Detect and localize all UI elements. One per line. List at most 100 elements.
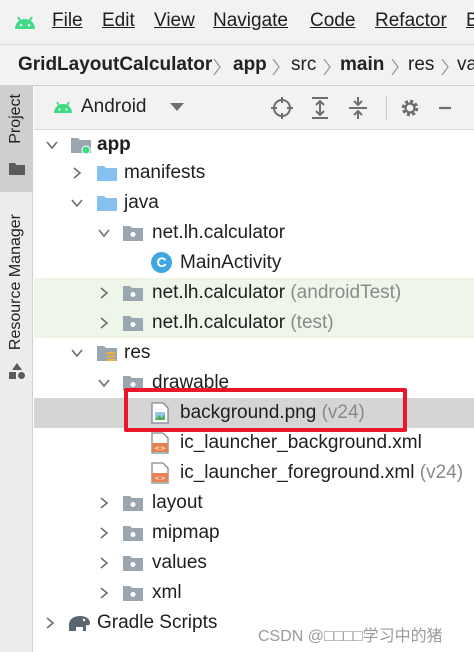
xml-file-icon: <> — [151, 432, 169, 454]
package-icon — [123, 316, 143, 331]
menu-build-label: B — [466, 10, 474, 31]
crumb-values[interactable]: va — [457, 54, 474, 76]
crumb-project[interactable]: GridLayoutCalculator — [18, 54, 212, 76]
tree-node-package-main[interactable]: net.lh.calculator — [34, 218, 474, 248]
android-studio-icon[interactable] — [12, 9, 38, 35]
tree-node-mipmap[interactable]: mipmap — [34, 518, 474, 548]
chevron-right-icon — [391, 58, 399, 76]
chevron-right-icon[interactable] — [98, 557, 110, 569]
package-name: net.lh.calculator — [152, 282, 286, 303]
tree-node-app[interactable]: app — [34, 130, 474, 160]
tree-node-main-activity[interactable]: C MainActivity — [34, 248, 474, 278]
tree-label-app: app — [97, 134, 131, 155]
project-tool-tab[interactable]: Project — [0, 86, 33, 192]
chevron-right-icon — [323, 58, 331, 76]
hide-panel-icon[interactable] — [438, 96, 452, 120]
highlight-annotation-box — [124, 388, 407, 432]
tree-label-package-test: net.lh.calculator (test) — [152, 312, 334, 334]
tool-window-strip: Project Resource Manager — [0, 86, 33, 652]
tree-node-ic-launcher-background[interactable]: <> ic_launcher_background.xml — [34, 428, 474, 458]
chevron-down-icon[interactable] — [98, 227, 110, 239]
chevron-right-icon[interactable] — [98, 317, 110, 329]
tree-label-manifests: manifests — [124, 162, 206, 183]
qualifier-suffix: (v24) — [419, 462, 464, 483]
chevron-right-icon — [272, 58, 280, 76]
tree-node-res[interactable]: res — [34, 338, 474, 368]
resource-shapes-icon — [9, 363, 25, 379]
toolbar-divider — [386, 96, 387, 120]
chevron-right-icon[interactable] — [44, 617, 56, 629]
watermark-text: CSDN @□□□□学习中的猪 — [258, 628, 443, 645]
menu-file[interactable]: File — [52, 10, 83, 32]
chevron-down-icon[interactable] — [71, 347, 83, 359]
tree-label-java: java — [124, 192, 159, 213]
collapse-all-icon[interactable] — [346, 96, 370, 120]
tree-label-xml: xml — [152, 582, 182, 603]
chevron-down-icon[interactable] — [98, 377, 110, 389]
package-icon — [123, 226, 143, 241]
android-icon — [54, 101, 72, 113]
tree-node-ic-launcher-foreground[interactable]: <> ic_launcher_foreground.xml (v24) — [34, 458, 474, 488]
tree-node-xml[interactable]: xml — [34, 578, 474, 608]
menu-build[interactable]: B — [466, 10, 474, 32]
tree-label-layout: layout — [152, 492, 203, 513]
tree-label-ic-launcher-foreground: ic_launcher_foreground.xml (v24) — [180, 462, 463, 484]
source-set-suffix: (test) — [290, 312, 334, 333]
project-view-selector[interactable]: Android — [81, 96, 147, 118]
crumb-res[interactable]: res — [408, 54, 434, 76]
file-name: ic_launcher_foreground.xml — [180, 462, 415, 483]
folder-icon — [97, 196, 117, 211]
chevron-down-icon[interactable] — [46, 139, 58, 151]
chevron-right-icon[interactable] — [98, 497, 110, 509]
crumb-src[interactable]: src — [291, 54, 316, 76]
tree-label-mipmap: mipmap — [152, 522, 220, 543]
package-icon — [123, 496, 143, 511]
package-icon — [123, 526, 143, 541]
tree-node-java[interactable]: java — [34, 188, 474, 218]
menu-refactor-label: Refactor — [375, 10, 447, 31]
tree-node-layout[interactable]: layout — [34, 488, 474, 518]
menu-code-label: Code — [310, 10, 356, 31]
resource-folder-icon — [97, 346, 117, 361]
expand-all-icon[interactable] — [308, 96, 332, 120]
package-name: net.lh.calculator — [152, 312, 286, 333]
tree-node-package-test[interactable]: net.lh.calculator (test) — [34, 308, 474, 338]
menu-refactor[interactable]: Refactor — [375, 10, 447, 32]
tree-label-gradle-scripts: Gradle Scripts — [97, 612, 218, 633]
chevron-right-icon[interactable] — [71, 167, 83, 179]
dropdown-arrow-icon[interactable] — [170, 103, 184, 112]
tree-label-values: values — [152, 552, 207, 573]
xml-file-icon: <> — [151, 462, 169, 484]
package-icon — [123, 586, 143, 601]
tree-node-values[interactable]: values — [34, 548, 474, 578]
chevron-down-icon[interactable] — [71, 197, 83, 209]
gear-icon[interactable] — [398, 96, 422, 120]
project-tab-label: Project — [7, 94, 24, 144]
package-icon — [123, 556, 143, 571]
resource-manager-tool-tab[interactable]: Resource Manager — [0, 210, 33, 386]
chevron-right-icon[interactable] — [98, 287, 110, 299]
folder-icon — [9, 163, 25, 175]
locate-file-icon[interactable] — [270, 96, 294, 120]
menu-view[interactable]: View — [154, 10, 195, 32]
chevron-right-icon[interactable] — [98, 527, 110, 539]
crumb-main[interactable]: main — [340, 54, 384, 76]
menu-navigate-label: Navigate — [213, 10, 288, 31]
tree-label-package-android-test: net.lh.calculator (androidTest) — [152, 282, 401, 304]
crumb-app[interactable]: app — [233, 54, 267, 76]
class-icon: C — [151, 252, 172, 273]
menu-code[interactable]: Code — [310, 10, 355, 32]
tree-node-manifests[interactable]: manifests — [34, 158, 474, 188]
breadcrumb: GridLayoutCalculator app src main res va — [0, 44, 474, 86]
svg-text:<>: <> — [154, 475, 166, 483]
menu-navigate[interactable]: Navigate — [213, 10, 288, 32]
svg-text:<>: <> — [154, 445, 166, 453]
project-panel-header: Android — [34, 86, 474, 130]
module-folder-icon — [71, 138, 91, 155]
chevron-right-icon[interactable] — [98, 587, 110, 599]
menu-view-label: View — [154, 10, 195, 31]
resource-manager-tab-label: Resource Manager — [7, 214, 24, 351]
tree-label-ic-launcher-background: ic_launcher_background.xml — [180, 432, 422, 453]
menu-edit[interactable]: Edit — [102, 10, 135, 32]
tree-node-package-android-test[interactable]: net.lh.calculator (androidTest) — [34, 278, 474, 308]
